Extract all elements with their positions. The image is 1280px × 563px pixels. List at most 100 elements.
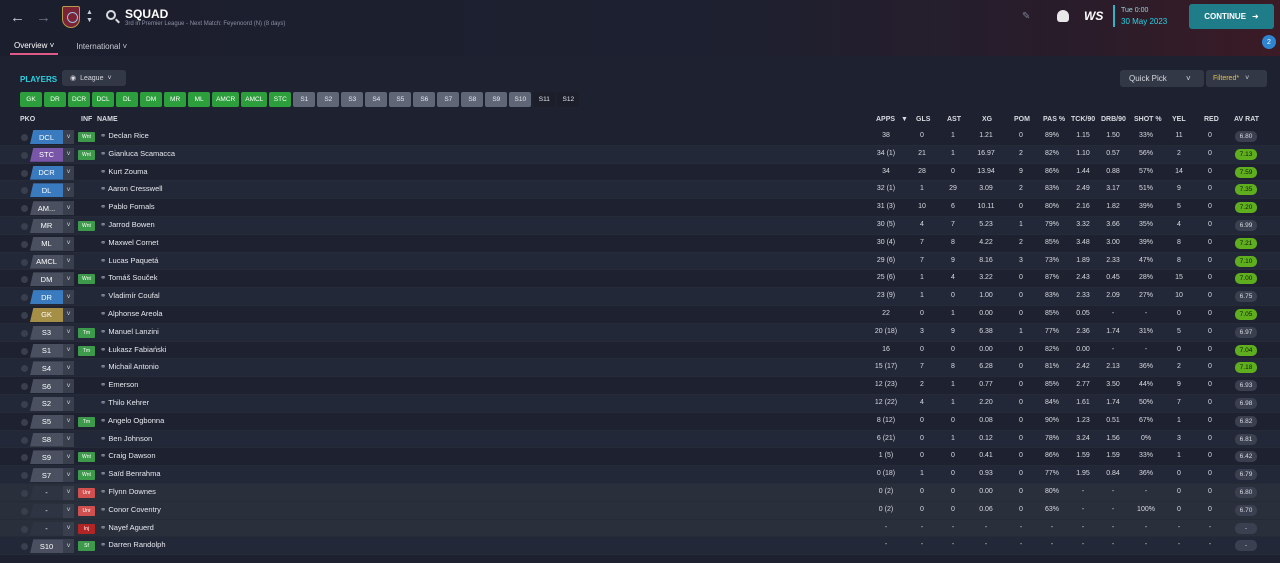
position-dropdown[interactable]: - ˅ (30, 521, 74, 536)
player-name[interactable]: ⚭ Thilo Kehrer (100, 398, 149, 407)
position-dropdown[interactable]: S6 ˅ (30, 379, 74, 394)
player-name[interactable]: ⚭ Darren Randolph (100, 540, 166, 549)
col-pko[interactable]: PKO (20, 116, 35, 123)
position-filter-button[interactable]: AMCL (241, 92, 268, 107)
select-toggle[interactable] (21, 187, 28, 195)
table-row[interactable]: DCR ˅ ⚭ Kurt Zouma 34 28 0 13.94 9 86% 1.44 0.88 57… (0, 164, 1280, 182)
quick-pick-button[interactable]: Quick Pick ˅ (1120, 70, 1204, 87)
select-toggle[interactable] (21, 436, 28, 444)
table-row[interactable]: MR ˅ Wnt ⚭ Jarrod Bowen 30 (5) 4 7 5.23 1 79% 3.32… (0, 216, 1280, 235)
table-row[interactable]: S4 ˅ ⚭ Michail Antonio 15 (17) 7 8 6.28 0 81% 2.4… (0, 359, 1280, 378)
position-dropdown[interactable]: DR ˅ (30, 290, 74, 305)
player-name[interactable]: ⚭ Vladimír Coufal (100, 291, 160, 300)
position-dropdown[interactable]: - ˅ (30, 503, 74, 518)
chevron-down-icon[interactable]: ˅ (1186, 74, 1191, 83)
player-name[interactable]: ⚭ Emerson (100, 380, 138, 389)
player-name[interactable]: ⚭ Maxwel Cornet (100, 238, 158, 247)
select-toggle[interactable] (21, 276, 28, 284)
col-yel[interactable]: YEL (1172, 116, 1186, 123)
table-row[interactable]: AMCL ˅ ⚭ Lucas Paquetá 29 (6) 7 9 8.16 3 73% 1.89… (0, 252, 1280, 271)
date-box[interactable]: Tue 0:00 30 May 2023 (1113, 5, 1167, 27)
select-toggle[interactable] (21, 383, 28, 391)
table-row[interactable]: DM ˅ Wnt ⚭ Tomáš Souček 25 (6) 1 4 3.22 0 87% 2.43… (0, 270, 1280, 289)
manager-avatar-icon[interactable] (1057, 10, 1069, 22)
table-row[interactable]: DL ˅ ⚭ Aaron Cresswell 32 (1) 1 29 3.09 2 83% 2.4… (0, 181, 1280, 200)
position-filter-button[interactable]: DCR (68, 92, 91, 107)
player-name[interactable]: ⚭ Nayef Aguerd (100, 523, 154, 532)
position-dropdown[interactable]: DM ˅ (30, 272, 74, 287)
status-badge[interactable]: Sf (78, 541, 95, 552)
position-dropdown[interactable]: S4 ˅ (30, 361, 74, 376)
position-filter-button[interactable]: S5 (389, 92, 412, 107)
status-badge[interactable]: Tm (78, 327, 95, 338)
status-badge[interactable]: Unr (78, 487, 95, 498)
select-toggle[interactable] (21, 311, 28, 319)
back-arrow-icon[interactable]: ← (10, 9, 25, 26)
player-name[interactable]: ⚭ Declan Rice (100, 131, 149, 140)
tab-international[interactable]: International ˅ (72, 38, 131, 55)
position-filter-button[interactable]: ML (188, 92, 211, 107)
select-toggle[interactable] (21, 134, 28, 141)
col-ast[interactable]: AST (947, 116, 961, 123)
filter-dropdown[interactable]: Filtered* ˅ (1206, 70, 1267, 87)
forward-arrow-icon[interactable]: → (36, 9, 51, 26)
select-toggle[interactable] (21, 400, 28, 408)
position-filter-button[interactable]: S1 (293, 92, 316, 107)
table-row[interactable]: DCL ˅ Wnt ⚭ Declan Rice 38 0 1 1.21 0 89% 1.15 1.50… (0, 128, 1280, 146)
table-row[interactable]: ML ˅ ⚭ Maxwel Cornet 30 (4) 7 8 4.22 2 85% 3.48 3.… (0, 235, 1280, 253)
col-apps[interactable]: APPS (876, 116, 895, 123)
col-gls[interactable]: GLS (916, 116, 930, 123)
player-name[interactable]: ⚭ Ben Johnson (100, 434, 152, 443)
table-row[interactable]: S8 ˅ ⚭ Ben Johnson 6 (21) 0 1 0.12 0 78% 3.24 1.56… (0, 430, 1280, 449)
table-row[interactable]: S9 ˅ Wnt ⚭ Craig Dawson 1 (5) 0 0 0.41 0 86% 1.59 1… (0, 448, 1280, 467)
col-pom[interactable]: POM (1014, 116, 1030, 123)
select-toggle[interactable] (21, 489, 28, 497)
status-badge[interactable]: Wnt (78, 220, 95, 231)
position-filter-button[interactable]: AMCR (212, 92, 240, 107)
position-filter-button[interactable]: S2 (317, 92, 340, 107)
position-filter-button[interactable]: S8 (461, 92, 484, 107)
status-badge[interactable]: Wnt (78, 452, 95, 463)
table-row[interactable]: S7 ˅ Wnt ⚭ Saïd Benrahma 0 (18) 1 0 0.93 0 77% 1.9… (0, 466, 1280, 484)
position-dropdown[interactable]: S10 ˅ (30, 539, 74, 554)
position-dropdown[interactable]: S2 ˅ (30, 396, 74, 411)
table-row[interactable]: STC ˅ Wnt ⚭ Gianluca Scamacca 34 (1) 21 1 16.97… (0, 145, 1280, 164)
position-dropdown[interactable]: S7 ˅ (30, 468, 74, 483)
select-toggle[interactable] (21, 472, 28, 480)
player-name[interactable]: ⚭ Flynn Downes (100, 487, 156, 496)
position-filter-button[interactable]: DCL (92, 92, 115, 107)
player-name[interactable]: ⚭ Lucas Paquetá (100, 256, 158, 265)
player-name[interactable]: ⚭ Angelo Ogbonna (100, 416, 164, 425)
position-dropdown[interactable]: S1 ˅ (30, 343, 74, 358)
position-filter-button[interactable]: S6 (413, 92, 436, 107)
player-name[interactable]: ⚭ Aaron Cresswell (100, 184, 163, 193)
col-red[interactable]: RED (1204, 116, 1219, 123)
player-name[interactable]: ⚭ Saïd Benrahma (100, 469, 161, 478)
select-toggle[interactable] (21, 507, 28, 515)
club-switch-arrows-icon[interactable]: ▲ ▼ (86, 9, 93, 25)
player-name[interactable]: ⚭ Łukasz Fabiański (100, 345, 166, 354)
status-badge[interactable]: Wnt (78, 149, 95, 160)
table-row[interactable]: DR ˅ ⚭ Vladimír Coufal 23 (9) 1 0 1.00 0 83% 2.33… (0, 288, 1280, 306)
table-row[interactable]: S5 ˅ Tm ⚭ Angelo Ogbonna 8 (12) 0 0 0.08 0 90% 1.2… (0, 413, 1280, 431)
position-filter-button[interactable]: S3 (341, 92, 364, 107)
player-name[interactable]: ⚭ Conor Coventry (100, 505, 161, 514)
select-toggle[interactable] (21, 347, 28, 355)
col-shot[interactable]: SHOT % (1134, 116, 1162, 123)
col-avrat[interactable]: AV RAT (1234, 116, 1259, 123)
tab-overview[interactable]: Overview ˅ (10, 38, 59, 55)
table-row[interactable]: GK ˅ ⚭ Alphonse Areola 22 0 1 0.00 0 85% 0.05 - - 0 0… (0, 306, 1280, 324)
status-badge[interactable]: Tm (78, 416, 95, 427)
position-dropdown[interactable]: DCR ˅ (30, 165, 74, 180)
status-badge[interactable]: Unr (78, 505, 95, 516)
player-name[interactable]: ⚭ Manuel Lanzini (100, 327, 159, 336)
select-toggle[interactable] (21, 258, 28, 266)
col-name[interactable]: NAME (97, 116, 118, 123)
col-tck[interactable]: TCK/90 (1071, 116, 1095, 123)
position-filter-button[interactable]: S9 (485, 92, 508, 107)
player-name[interactable]: ⚭ Craig Dawson (100, 451, 156, 460)
position-filter-button[interactable]: S12 (557, 92, 580, 107)
select-toggle[interactable] (21, 240, 28, 248)
position-filter-button[interactable]: S10 (509, 92, 532, 107)
status-badge[interactable]: Wnt (78, 274, 95, 285)
